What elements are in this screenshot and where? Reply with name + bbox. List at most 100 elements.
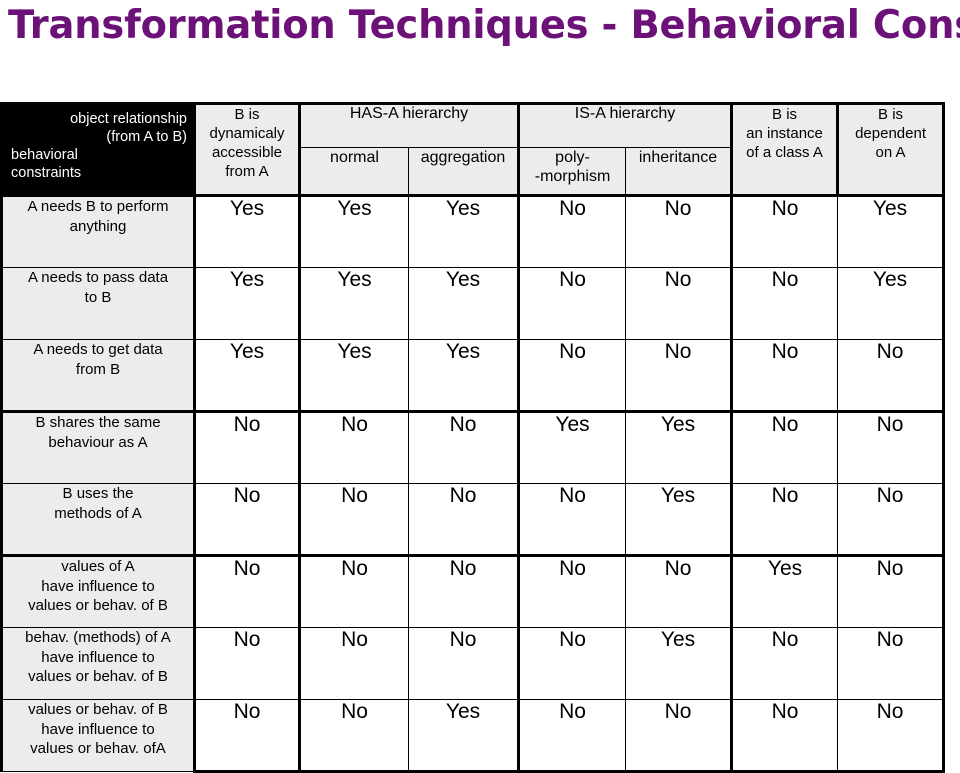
row-label-line: have influence to [41, 648, 155, 666]
corner-line-3: behavioral [11, 147, 78, 163]
matrix-cell: No [407, 483, 521, 557]
header-instance-line-2: an instance [746, 125, 823, 142]
matrix-cell: No [518, 267, 627, 340]
matrix-cell: No [518, 339, 627, 413]
matrix-row: A needs to pass data to B Yes Yes Yes No No No Y… [1, 267, 945, 340]
matrix-cell: No [625, 195, 734, 268]
header-group-is-a: IS-A hierarchy [518, 103, 734, 148]
matrix-cell: Yes [299, 195, 409, 268]
matrix-cell: No [518, 699, 627, 773]
header-dynamic-line-4: from A [225, 163, 269, 180]
row-label-line: from B [75, 360, 121, 378]
row-label: A needs to get data from B [1, 339, 196, 413]
header-dependent-line-2: dependent [855, 125, 926, 142]
matrix-cell: No [299, 483, 409, 557]
matrix-row: values of A have influence to values or be… [1, 555, 945, 628]
row-label: A needs to pass data to B [1, 267, 196, 340]
matrix-cell: No [625, 699, 734, 773]
matrix-cell: No [299, 555, 409, 628]
header-dynamic-line-3: accessible [211, 144, 283, 161]
matrix-cell: No [299, 411, 409, 484]
page-title: Transformation Techniques - Behavioral C… [8, 3, 960, 48]
matrix-cell: No [731, 483, 839, 557]
matrix-cell: Yes [625, 411, 734, 484]
matrix-cell: No [625, 555, 734, 628]
row-label-line: have influence to [41, 720, 155, 738]
matrix-cell: No [194, 483, 301, 557]
matrix-cell: No [837, 699, 945, 773]
row-label: A needs B to perform anything [1, 195, 196, 268]
header-dependent-line-3: on A [875, 144, 906, 161]
header-sub-inheritance: inheritance [625, 147, 734, 197]
slide-root: Transformation Techniques - Behavioral C… [0, 0, 960, 773]
matrix-cell: No [731, 195, 839, 268]
matrix-cell: Yes [625, 483, 734, 557]
row-label: behav. (methods) of A have influence to va… [1, 627, 196, 700]
matrix-cell: No [194, 627, 301, 700]
matrix-row: B uses the methods of A No No No No Yes No No [1, 483, 945, 557]
matrix-row: values or behav. of B have influence to va… [1, 699, 945, 773]
row-label: values or behav. of B have influence to va… [1, 699, 196, 772]
matrix-cell: No [625, 267, 734, 340]
row-label-line: behaviour as A [48, 433, 148, 451]
header-sub-aggregation: aggregation [407, 147, 521, 197]
row-label-line: values or behav. of B [28, 597, 168, 614]
matrix-cell: No [299, 699, 409, 773]
header-col-dependent-on-a: B is dependent on A [837, 103, 945, 197]
row-label-line: have influence to [41, 577, 155, 595]
row-label-line: values or behav. of B [28, 701, 168, 718]
matrix-cell: Yes [518, 411, 627, 484]
matrix-cell: Yes [731, 555, 839, 628]
matrix-cell: Yes [194, 195, 301, 268]
row-label-line: values or behav. of B [28, 668, 168, 685]
header-instance-line-1: B is [772, 106, 798, 123]
matrix-cell: No [837, 411, 945, 484]
row-label-line: values or behav. ofA [30, 740, 166, 757]
row-label-line: A needs B to perform [27, 198, 169, 215]
row-label-line: A needs to pass data [27, 269, 169, 286]
row-label: B shares the same behaviour as A [1, 411, 196, 484]
matrix-cell: Yes [407, 195, 521, 268]
corner-line-4: constraints [11, 165, 82, 181]
matrix-cell: No [194, 555, 301, 628]
matrix-cell: No [194, 411, 301, 484]
matrix-cell: No [731, 411, 839, 484]
matrix-cell: No [731, 627, 839, 700]
matrix-cell: No [407, 627, 521, 700]
row-label: B uses the methods of A [1, 483, 196, 557]
matrix-cell: No [731, 339, 839, 413]
header-group-has-a: HAS-A hierarchy [298, 103, 521, 148]
header-dynamic-line-1: B is [234, 106, 260, 123]
matrix-row: A needs to get data from B Yes Yes Yes No No No… [1, 339, 945, 413]
matrix-cell: No [407, 555, 521, 628]
matrix-row: A needs B to perform anything Yes Yes Yes No N… [1, 195, 945, 268]
header-col-instance-of-class: B is an instance of a class A [731, 103, 840, 197]
matrix-cell: Yes [407, 267, 521, 340]
matrix-body: A needs B to perform anything Yes Yes Yes No N… [1, 195, 945, 773]
row-label-line: B shares the same [35, 414, 161, 431]
header-dynamic-line-2: dynamicaly [209, 125, 285, 142]
row-label-line: anything [69, 217, 127, 235]
matrix-cell: Yes [407, 339, 521, 413]
matrix-cell: Yes [837, 267, 945, 340]
matrix-cell: No [837, 483, 945, 557]
matrix-cell: No [518, 555, 627, 628]
matrix-cell: Yes [194, 267, 301, 340]
corner-line-2: (from A to B) [106, 129, 187, 145]
matrix-cell: Yes [625, 627, 734, 700]
header-polymorphism-line-2: -morphism [534, 168, 611, 185]
matrix-cell: Yes [299, 339, 409, 413]
behavioral-constraints-matrix: object relationship (from A to B) behavi… [0, 102, 946, 773]
row-label: values of A have influence to values or be… [1, 555, 196, 628]
matrix-cell: No [407, 411, 521, 484]
matrix-cell: No [518, 627, 627, 700]
matrix-cell: No [299, 627, 409, 700]
row-label-line: behav. (methods) of A [25, 629, 171, 646]
header-row-groups: object relationship (from A to B) behavi… [1, 103, 945, 197]
row-label-line: B uses the [62, 485, 134, 502]
row-label-line: values of A [61, 558, 135, 575]
matrix-cell: No [625, 339, 734, 413]
matrix-cell: No [518, 195, 627, 268]
matrix-cell: No [731, 267, 839, 340]
corner-line-1: object relationship [70, 111, 187, 127]
